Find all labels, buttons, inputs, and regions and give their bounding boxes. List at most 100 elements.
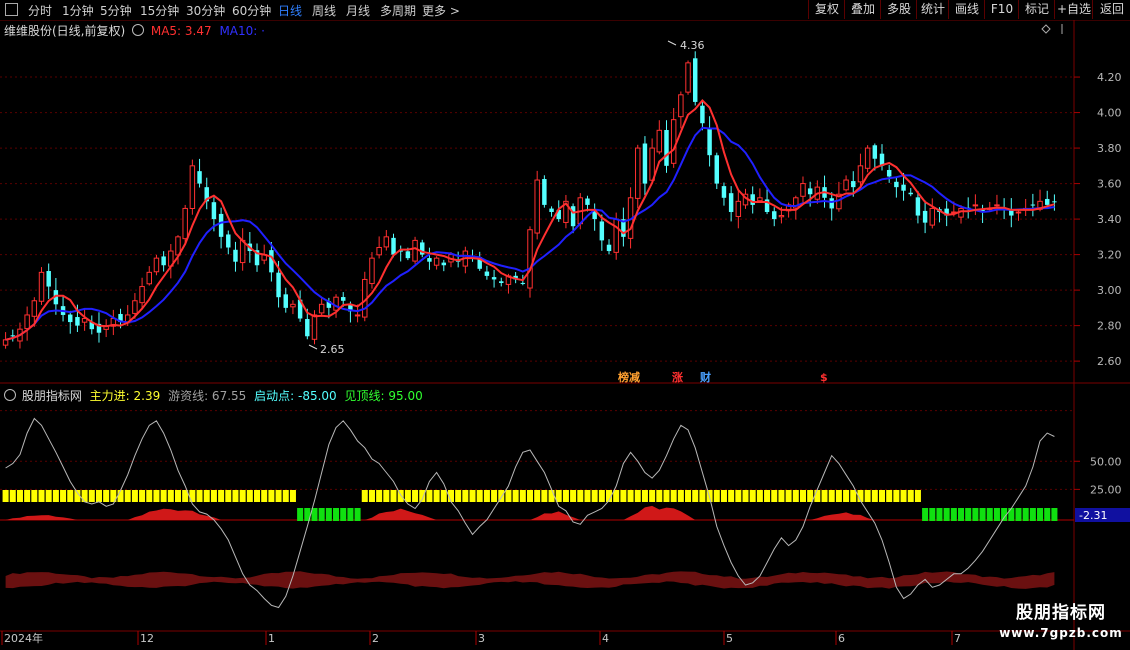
- price-tick-label: 3.80: [1097, 142, 1122, 155]
- yellow-band-bar: [16, 490, 23, 502]
- yellow-band-bar: [218, 490, 225, 502]
- green-band-bar: [1029, 508, 1036, 521]
- yellow-band-bar: [570, 490, 577, 502]
- candle-body: [290, 303, 296, 308]
- candle-body: [31, 300, 38, 317]
- green-band-bar: [1022, 508, 1029, 521]
- yellow-band-bar: [440, 490, 447, 502]
- yellow-band-bar: [103, 490, 110, 502]
- ribbon-area: [5, 571, 1055, 589]
- chart-canvas[interactable]: 4.20 4.00 3.80 3.60 3.40 3.20 3.00 2.80 2.60 4.36…: [0, 0, 1130, 650]
- yellow-band-bar: [756, 490, 763, 502]
- watermark-url: www.7gpzb.com: [999, 626, 1123, 640]
- x-tick-label: 5: [726, 632, 733, 645]
- green-band-bar: [318, 508, 325, 521]
- yellow-band-bar: [196, 490, 203, 502]
- yellow-band-bar: [907, 490, 914, 502]
- candles-group: [2, 51, 1057, 349]
- candle-body: [226, 234, 231, 248]
- yellow-band-bar: [505, 490, 512, 502]
- price-tick-label: 4.00: [1097, 107, 1122, 120]
- green-band-bar: [325, 508, 332, 521]
- candle-body: [139, 286, 145, 304]
- watermark: 股朋指标网 www.7gpzb.com: [998, 602, 1124, 646]
- green-band-bar: [936, 508, 943, 521]
- yellow-band-bar: [914, 490, 921, 502]
- yellow-band-bar: [239, 490, 246, 502]
- candle-body: [549, 208, 554, 212]
- candle-body: [1052, 201, 1057, 203]
- candle-body: [354, 314, 361, 317]
- green-band-bar: [986, 508, 993, 521]
- main-inflow-area: [364, 508, 437, 520]
- yellow-band-bar: [526, 490, 534, 502]
- candle-body: [972, 204, 979, 207]
- yellow-band-bar: [52, 490, 59, 502]
- candle-body: [305, 319, 310, 337]
- x-tick-label: 3: [478, 632, 485, 645]
- candle-body: [700, 105, 705, 124]
- yellow-band-bar: [541, 490, 548, 502]
- yellow-band-bar: [131, 490, 138, 502]
- candle-body: [750, 194, 755, 205]
- candle-body: [901, 184, 906, 191]
- indicator-tick-label: 50.00: [1090, 455, 1122, 468]
- yellow-band-bar: [627, 490, 634, 502]
- candle-body: [38, 271, 45, 302]
- candle-body: [161, 256, 166, 266]
- yellow-band-bar: [38, 490, 45, 502]
- price-tick-label: 2.80: [1097, 320, 1122, 333]
- yellow-band-bar: [828, 490, 835, 502]
- yellow-band-bar: [735, 490, 742, 502]
- candle-body: [843, 179, 849, 191]
- candle-body: [772, 211, 777, 220]
- candle-body: [218, 213, 224, 237]
- yellow-band-bar: [871, 490, 878, 502]
- green-band-bar: [1051, 508, 1058, 521]
- main-inflow-area: [530, 511, 581, 520]
- green-band-bar: [1015, 508, 1022, 521]
- candle-body: [922, 210, 928, 223]
- candle-body: [908, 192, 913, 195]
- x-tick-label: 1: [268, 632, 275, 645]
- yellow-band-bar: [282, 490, 289, 502]
- main-inflow-area: [810, 512, 875, 520]
- candle-body: [1015, 211, 1022, 214]
- candle-body: [182, 207, 188, 240]
- yellow-band-bar: [534, 490, 541, 502]
- price-tick-label: 4.20: [1097, 71, 1122, 84]
- event-marker: 涨: [672, 370, 683, 384]
- candle-body: [499, 281, 504, 284]
- candle-body: [692, 58, 698, 102]
- low-price-annotation: 2.65: [320, 343, 345, 356]
- yellow-band-bar: [45, 490, 52, 502]
- yellow-band-bar: [210, 490, 217, 502]
- candle-body: [800, 183, 806, 197]
- yellow-band-bar: [368, 490, 375, 502]
- yellow-band-bar: [821, 490, 828, 502]
- green-band-bar: [993, 508, 1000, 521]
- yellow-band-bar: [146, 490, 153, 502]
- yellow-band-bar: [404, 490, 411, 502]
- yellow-band-bar: [512, 490, 519, 502]
- yellow-band-bar: [289, 490, 296, 502]
- yellow-band-bar: [225, 490, 232, 502]
- candle-body: [721, 186, 727, 198]
- yellow-band-bar: [519, 490, 526, 502]
- green-band-bar: [929, 508, 936, 521]
- candle-body: [864, 147, 871, 169]
- candle-body: [132, 300, 138, 314]
- low-arrow: [308, 344, 318, 350]
- candle-body: [994, 204, 1000, 207]
- candle-body: [542, 179, 547, 205]
- yellow-band-bar: [376, 490, 383, 502]
- candle-body: [599, 221, 605, 241]
- current-value-label: -2.31: [1079, 509, 1107, 522]
- yellow-band-bar: [383, 490, 390, 502]
- green-band-bar: [979, 508, 986, 521]
- candle-body: [283, 294, 288, 308]
- yellow-band-bar: [656, 490, 663, 502]
- candle-body: [527, 229, 533, 289]
- yellow-band-bar: [598, 490, 605, 502]
- green-band-bar: [972, 508, 979, 521]
